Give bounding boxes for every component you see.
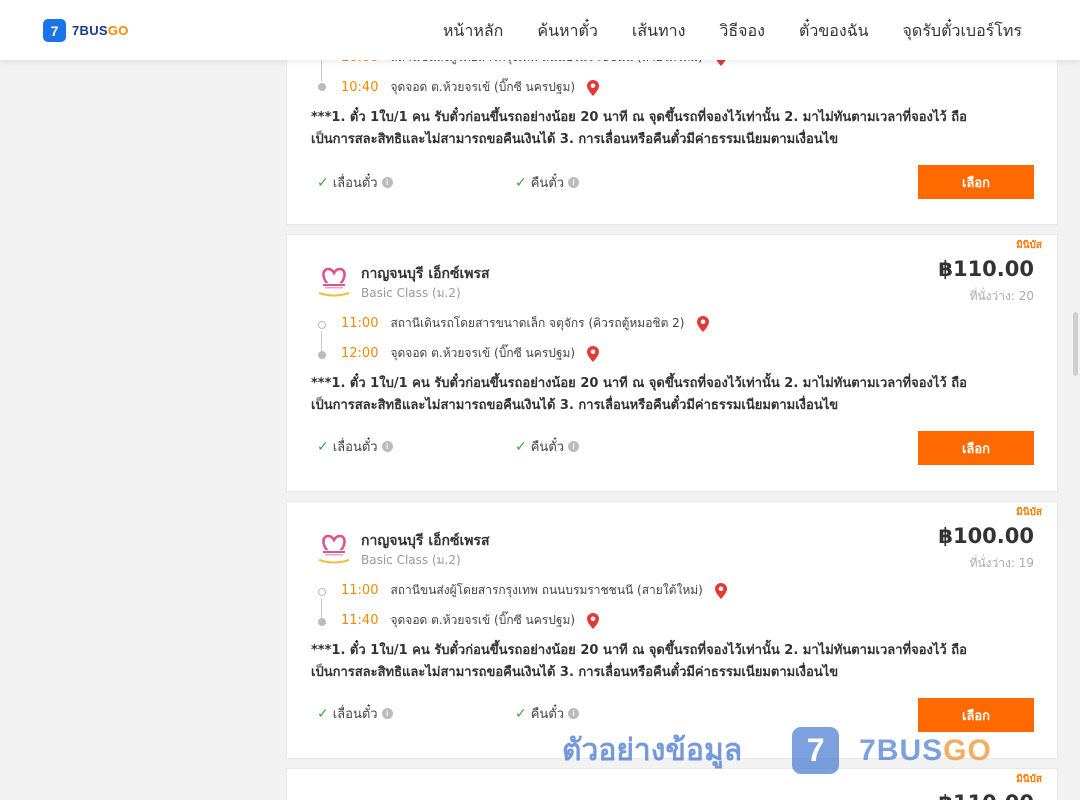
site-logo[interactable]: 7 7BUSGO [43,19,129,42]
ticket-conditions: ***1. ตั๋ว 1ใบ/1 คน รับตั๋วก่อนขึ้นรถอย่… [311,376,967,413]
info-icon[interactable]: i [568,177,580,188]
select-trip-button[interactable]: เลือก [918,431,1034,465]
departure-time: 11:00 [341,583,379,598]
departure-time: 11:00 [341,316,379,331]
info-icon[interactable]: i [568,441,580,452]
timeline-line [321,331,322,353]
check-icon: ✓ [515,174,527,191]
logo-text: 7BUSGO [72,23,129,38]
nav-my-tickets[interactable]: ตั๋วของฉัน [799,19,869,44]
reschedule-label: เลื่อนตั๋ว [332,176,378,191]
ticket-price: ฿110.00 [938,791,1034,800]
arrival-dot [318,351,326,359]
route-timeline [317,582,327,632]
top-header: 7 7BUSGO หน้าหลัก ค้นหาตั๋ว เส้นทาง วิธี… [0,0,1080,60]
nav-pickup-points[interactable]: จุดรับตั๋วเบอร์โทร [903,19,1022,44]
refund-policy: ✓ คืนตั๋ว i [515,436,580,457]
page-scrollbar[interactable] [1073,312,1078,376]
minibus-badge: มินิบัส [1016,240,1042,251]
info-icon[interactable]: i [381,441,393,452]
reschedule-policy: ✓ เลื่อนตั๋ว i [317,172,393,193]
nav-how-to-book[interactable]: วิธีจอง [719,19,765,44]
trip-card: มินิบัส กาญจนบุรี เอ็กซ์เพรส Basic Class… [286,501,1058,759]
departure-stop: 11:00 สถานีเดินรถโดยสารขนาดเล็ก จตุจักร … [341,314,709,333]
arrival-place: จุดจอด ต.ห้วยจรเข้ (บิ๊กซี นครปฐม) [390,80,576,94]
map-pin-icon[interactable] [696,315,709,332]
departure-dot [318,321,326,329]
departure-dot [318,588,326,596]
check-icon: ✓ [317,705,329,722]
available-seats: ที่นั่งว่าง: 19 [969,556,1034,570]
refund-label: คืนตั๋ว [530,707,565,722]
refund-label: คืนตั๋ว [530,176,565,191]
info-icon[interactable]: i [381,708,393,719]
map-pin-icon[interactable] [714,582,727,599]
reschedule-label: เลื่อนตั๋ว [332,707,378,722]
map-pin-icon[interactable] [587,612,600,629]
check-icon: ✓ [515,438,527,455]
info-icon[interactable]: i [568,708,580,719]
nav-search-tickets[interactable]: ค้นหาตั๋ว [537,19,598,44]
arrival-stop: 12:00 จุดจอด ต.ห้วยจรเข้ (บิ๊กซี นครปฐม) [341,344,600,363]
ticket-price: ฿110.00 [938,257,1034,281]
route-timeline [317,315,327,365]
arrival-stop: 11:40 จุดจอด ต.ห้วยจรเข้ (บิ๊กซี นครปฐม) [341,611,600,630]
reschedule-label: เลื่อนตั๋ว [332,440,378,455]
select-trip-button[interactable]: เลือก [918,165,1034,199]
arrival-time: 11:40 [341,613,379,628]
trip-card: มินิบัส กาญจนบุรี เอ็กซ์เพรส Basic Class… [286,234,1058,492]
select-trip-button[interactable]: เลือก [918,698,1034,732]
ticket-conditions: ***1. ตั๋ว 1ใบ/1 คน รับตั๋วก่อนขึ้นรถอย่… [311,643,967,680]
arrival-time: 10:40 [341,80,379,95]
operator-name: กาญจนบุรี เอ็กซ์เพรส [361,533,490,549]
map-pin-icon[interactable] [587,79,600,96]
arrival-place: จุดจอด ต.ห้วยจรเข้ (บิ๊กซี นครปฐม) [390,346,576,360]
minibus-badge: มินิบัส [1016,774,1042,785]
operator-logo [318,534,350,564]
reschedule-policy: ✓ เลื่อนตั๋ว i [317,436,393,457]
departure-stop: 11:00 สถานีขนส่งผู้โดยสารกรุงเทพ ถนนบรมร… [341,581,727,600]
refund-policy: ✓ คืนตั๋ว i [515,172,580,193]
logo-mark: 7 [43,19,66,42]
nav-routes[interactable]: เส้นทาง [632,19,686,44]
trip-card: มินิบัส ฿110.00 [286,768,1058,800]
refund-label: คืนตั๋ว [530,440,565,455]
reschedule-policy: ✓ เลื่อนตั๋ว i [317,703,393,724]
arrival-time: 12:00 [341,346,379,361]
minibus-badge: มินิบัส [1016,507,1042,518]
timeline-line [321,598,322,620]
arrival-place: จุดจอด ต.ห้วยจรเข้ (บิ๊กซี นครปฐม) [390,613,576,627]
check-icon: ✓ [515,705,527,722]
refund-policy: ✓ คืนตั๋ว i [515,703,580,724]
main-nav: หน้าหลัก ค้นหาตั๋ว เส้นทาง วิธีจอง ตั๋วข… [443,19,1022,44]
map-pin-icon[interactable] [587,345,600,362]
arrival-dot [318,83,326,91]
operator-name: กาญจนบุรี เอ็กซ์เพรส [361,266,490,282]
timeline-line [321,59,322,81]
departure-place: สถานีเดินรถโดยสารขนาดเล็ก จตุจักร (คิวรถ… [390,316,685,330]
check-icon: ✓ [317,438,329,455]
info-icon[interactable]: i [381,177,393,188]
departure-place: สถานีขนส่งผู้โดยสารกรุงเทพ ถนนบรมราชชนนี… [390,583,703,597]
ticket-price: ฿100.00 [938,524,1034,548]
arrival-dot [318,618,326,626]
bus-class: Basic Class (ม.2) [361,286,461,300]
operator-logo [318,267,350,297]
available-seats: ที่นั่งว่าง: 20 [969,289,1034,303]
bus-class: Basic Class (ม.2) [361,553,461,567]
check-icon: ✓ [317,174,329,191]
ticket-conditions: ***1. ตั๋ว 1ใบ/1 คน รับตั๋วก่อนขึ้นรถอย่… [311,110,967,147]
nav-home[interactable]: หน้าหลัก [443,19,504,44]
arrival-stop: 10:40 จุดจอด ต.ห้วยจรเข้ (บิ๊กซี นครปฐม) [341,78,600,97]
